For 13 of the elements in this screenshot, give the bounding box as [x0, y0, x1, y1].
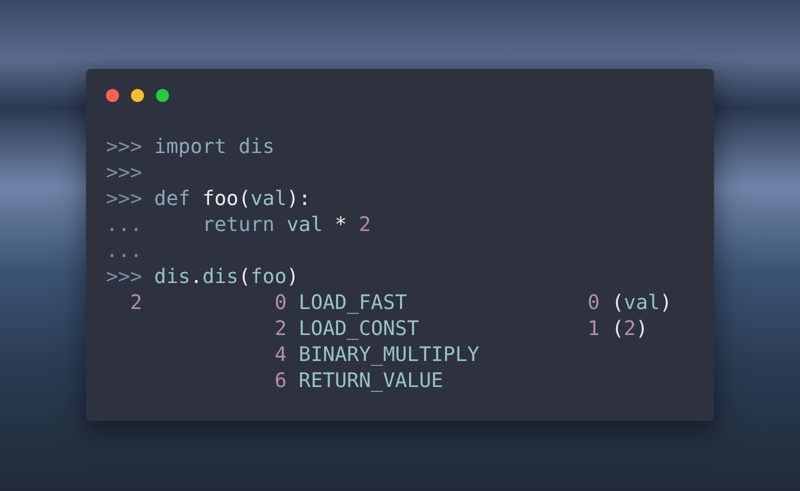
code-line: ...: [106, 237, 142, 263]
code-line: ... return val * 2: [106, 211, 371, 237]
window-control-icon[interactable]: [131, 89, 144, 102]
code-line: >>> dis.dis(foo): [106, 263, 299, 289]
code-line: >>>: [106, 159, 142, 185]
window-control-icon[interactable]: [156, 89, 169, 102]
window-control-icon[interactable]: [106, 89, 119, 102]
code-line: >>> def foo(val):: [106, 185, 311, 211]
code-line: 4 BINARY_MULTIPLY: [274, 341, 480, 367]
code-line: 2 LOAD_CONST 1 (2): [274, 315, 648, 341]
code-line: >>> import dis: [106, 133, 275, 159]
code-line: 6 RETURN_VALUE: [274, 367, 444, 393]
code-line: 2 0 LOAD_FAST 0 (val): [129, 289, 672, 315]
